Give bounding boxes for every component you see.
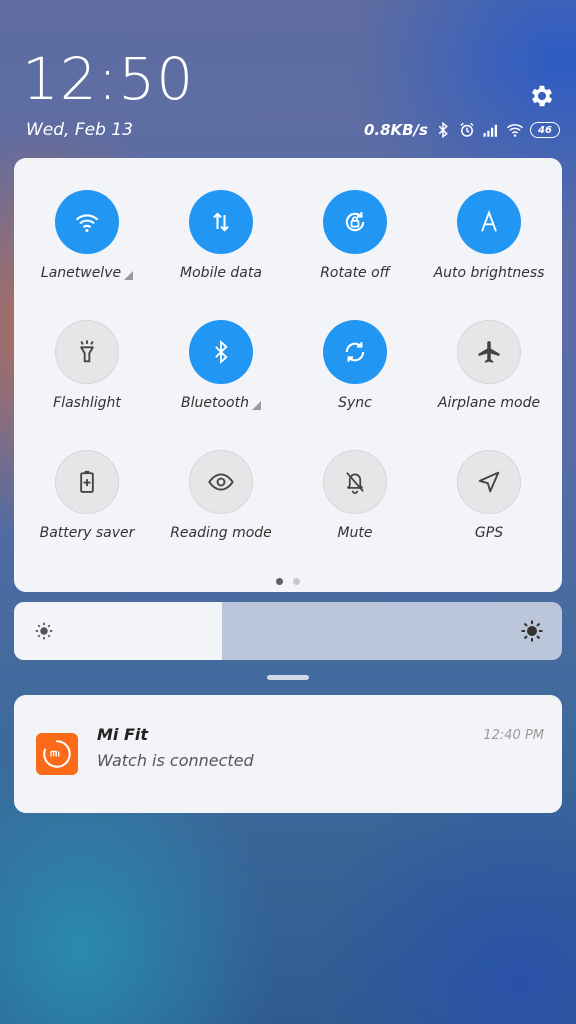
tile-rotate-label: Rotate off — [320, 265, 390, 281]
tile-label: Flashlight — [53, 394, 121, 412]
tile-reading-mode-label: Reading mode — [170, 525, 272, 541]
tile-wifi-button[interactable] — [55, 190, 119, 254]
mi-fit-logo-icon — [43, 740, 71, 768]
tile-airplane-button[interactable] — [457, 320, 521, 384]
bell-off-icon — [346, 472, 364, 494]
tile-sync-label: Sync — [338, 395, 372, 411]
tile-label: Mobile data — [180, 264, 262, 282]
tile-rotate[interactable]: Rotate off — [288, 190, 422, 282]
rotate-lock-icon — [345, 212, 365, 232]
tile-flashlight-label: Flashlight — [53, 395, 121, 411]
tile-bluetooth[interactable]: Bluetooth — [154, 320, 288, 412]
signal-icon — [483, 124, 497, 137]
tile-mute-label: Mute — [337, 525, 373, 541]
gear-icon[interactable] — [528, 82, 556, 110]
notification-text: Watch is connected — [97, 751, 254, 770]
tile-airplane-label: Airplane mode — [437, 395, 541, 411]
notification-title: Mi Fit — [97, 725, 149, 744]
tile-label: Bluetooth — [181, 394, 261, 412]
bluetooth-icon — [215, 340, 228, 364]
tile-sync[interactable]: Sync — [288, 320, 422, 412]
network-speed: 0.8KB/s — [363, 121, 428, 139]
eye-icon — [208, 473, 234, 491]
tile-mobile-data-button[interactable] — [189, 190, 253, 254]
tile-label: Airplane mode — [438, 394, 540, 412]
tile-airplane[interactable]: Airplane mode — [422, 320, 556, 412]
tile-label: Rotate off — [320, 264, 390, 282]
tile-battery-saver[interactable]: Battery saver — [20, 450, 154, 542]
flashlight-icon — [80, 340, 94, 363]
tile-mute-button[interactable] — [323, 450, 387, 514]
tile-label: Reading mode — [170, 524, 272, 542]
tile-gps[interactable]: GPS — [422, 450, 556, 542]
brightness-slider[interactable] — [14, 602, 562, 660]
tile-mute[interactable]: Mute — [288, 450, 422, 542]
drag-handle[interactable] — [267, 675, 309, 680]
expand-indicator-icon — [124, 270, 134, 280]
location-arrow-icon — [478, 471, 500, 493]
tile-flashlight[interactable]: Flashlight — [20, 320, 154, 412]
notification-time: 12:40 PM — [483, 728, 544, 743]
quick-settings-grid: Lanetwelve Mobile data Rotate off Auto b… — [14, 190, 562, 542]
tile-label: Lanetwelve — [40, 264, 134, 282]
status-bar-icons: 0.8KB/s 46 — [364, 120, 560, 140]
page-dot-active[interactable] — [276, 578, 283, 585]
tile-battery-saver-label: Battery saver — [39, 525, 135, 541]
tile-reading-mode[interactable]: Reading mode — [154, 450, 288, 542]
battery-saver-icon — [80, 470, 94, 493]
mi-fit-icon — [36, 733, 78, 775]
tile-rotate-button[interactable] — [323, 190, 387, 254]
tile-label: GPS — [475, 524, 503, 542]
tile-reading-mode-button[interactable] — [189, 450, 253, 514]
tile-label: Mute — [337, 524, 372, 542]
alarm-icon — [460, 122, 474, 137]
tile-gps-button[interactable] — [457, 450, 521, 514]
tile-flashlight-button[interactable] — [55, 320, 119, 384]
expand-indicator-icon — [251, 400, 261, 410]
tile-label: Battery saver — [40, 524, 135, 542]
quick-settings-panel: Lanetwelve Mobile data Rotate off Auto b… — [14, 158, 562, 592]
notification-card[interactable]: Mi Fit Watch is connected 12:40 PM — [14, 695, 562, 813]
tile-bluetooth-label: Bluetooth — [181, 395, 249, 411]
data-arrows-icon — [213, 212, 229, 232]
tile-auto-brightness[interactable]: Auto brightness — [422, 190, 556, 282]
brightness-high-icon — [521, 620, 543, 642]
page-indicator — [14, 578, 562, 585]
page-dot[interactable] — [293, 578, 300, 585]
clock[interactable]: 12:50 — [22, 50, 194, 108]
tile-mobile-data[interactable]: Mobile data — [154, 190, 288, 282]
tile-sync-button[interactable] — [323, 320, 387, 384]
bluetooth-icon — [438, 121, 448, 139]
tile-label: Sync — [338, 394, 372, 412]
tile-mobile-data-label: Mobile data — [180, 265, 262, 281]
tile-wifi[interactable]: Lanetwelve — [20, 190, 154, 282]
battery-indicator: 46 — [530, 122, 560, 138]
wifi-icon — [507, 124, 523, 137]
wifi-icon — [75, 214, 99, 233]
brightness-low-icon — [35, 622, 53, 640]
tile-label: Auto brightness — [434, 264, 545, 282]
tile-auto-brightness-button[interactable] — [457, 190, 521, 254]
sync-icon — [345, 342, 365, 362]
tile-wifi-label: Lanetwelve — [40, 265, 122, 281]
tile-battery-saver-button[interactable] — [55, 450, 119, 514]
date[interactable]: Wed, Feb 13 — [26, 120, 133, 140]
airplane-icon — [478, 341, 500, 363]
auto-brightness-icon — [481, 210, 497, 232]
tile-bluetooth-button[interactable] — [189, 320, 253, 384]
tile-auto-brightness-label: Auto brightness — [433, 265, 545, 281]
tile-gps-label: GPS — [474, 525, 504, 541]
